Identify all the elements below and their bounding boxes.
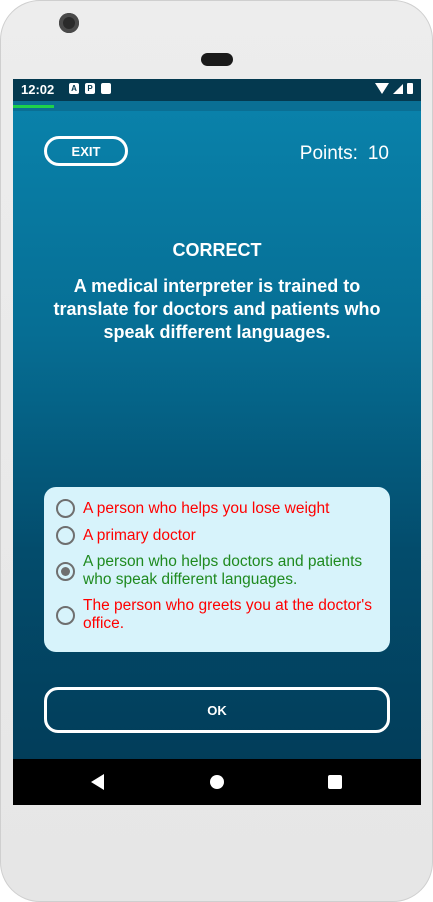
- status-bar: 12:02 A P: [13, 79, 421, 101]
- radio-button[interactable]: [56, 526, 75, 545]
- recent-apps-icon[interactable]: [328, 775, 342, 789]
- system-icons: [375, 83, 413, 94]
- answer-option[interactable]: The person who greets you at the doctor'…: [56, 597, 390, 633]
- quiz-progress-fill: [13, 105, 54, 108]
- sd-card-icon: [101, 83, 111, 94]
- points-label: Points:: [299, 143, 358, 164]
- back-icon[interactable]: [91, 774, 104, 790]
- quiz-progress-bar: [13, 101, 421, 111]
- home-icon[interactable]: [210, 775, 224, 789]
- notification-a-icon: A: [69, 83, 79, 94]
- answer-options: A person who helps you lose weight A pri…: [44, 487, 390, 652]
- app-screen: 12:02 A P EXIT Points: 10 CORRECT A medic…: [13, 79, 421, 805]
- earpiece-speaker: [201, 53, 233, 66]
- notification-p-icon: P: [85, 83, 95, 94]
- battery-icon: [407, 83, 413, 94]
- answer-option-label: A person who helps doctors and patients …: [83, 553, 363, 588]
- answer-option[interactable]: A person who helps you lose weight: [56, 499, 390, 518]
- notification-icons: A P: [69, 83, 111, 94]
- answer-option-label: A person who helps you lose weight: [83, 499, 330, 517]
- points-value: 10: [367, 143, 389, 164]
- answer-explanation: A medical interpreter is trained to tran…: [53, 276, 381, 342]
- exit-button[interactable]: EXIT: [44, 136, 128, 166]
- points-display: Points: 10: [300, 143, 389, 165]
- radio-button[interactable]: [56, 499, 75, 518]
- android-nav-bar: [13, 759, 421, 805]
- ok-button[interactable]: OK: [44, 687, 390, 733]
- answer-option[interactable]: A primary doctor: [56, 526, 390, 545]
- answer-option-label: A primary doctor: [83, 526, 196, 544]
- result-heading: CORRECT: [172, 240, 262, 260]
- answer-option[interactable]: A person who helps doctors and patients …: [56, 553, 390, 589]
- front-camera: [59, 13, 79, 33]
- radio-button[interactable]: [56, 605, 75, 625]
- phone-frame: 12:02 A P EXIT Points: 10 CORRECT A medic…: [0, 0, 433, 902]
- cell-signal-icon: [393, 83, 403, 94]
- answer-option-label: The person who greets you at the doctor'…: [83, 597, 373, 632]
- wifi-icon: [375, 83, 389, 94]
- radio-button[interactable]: [56, 561, 75, 581]
- status-time: 12:02: [21, 82, 55, 97]
